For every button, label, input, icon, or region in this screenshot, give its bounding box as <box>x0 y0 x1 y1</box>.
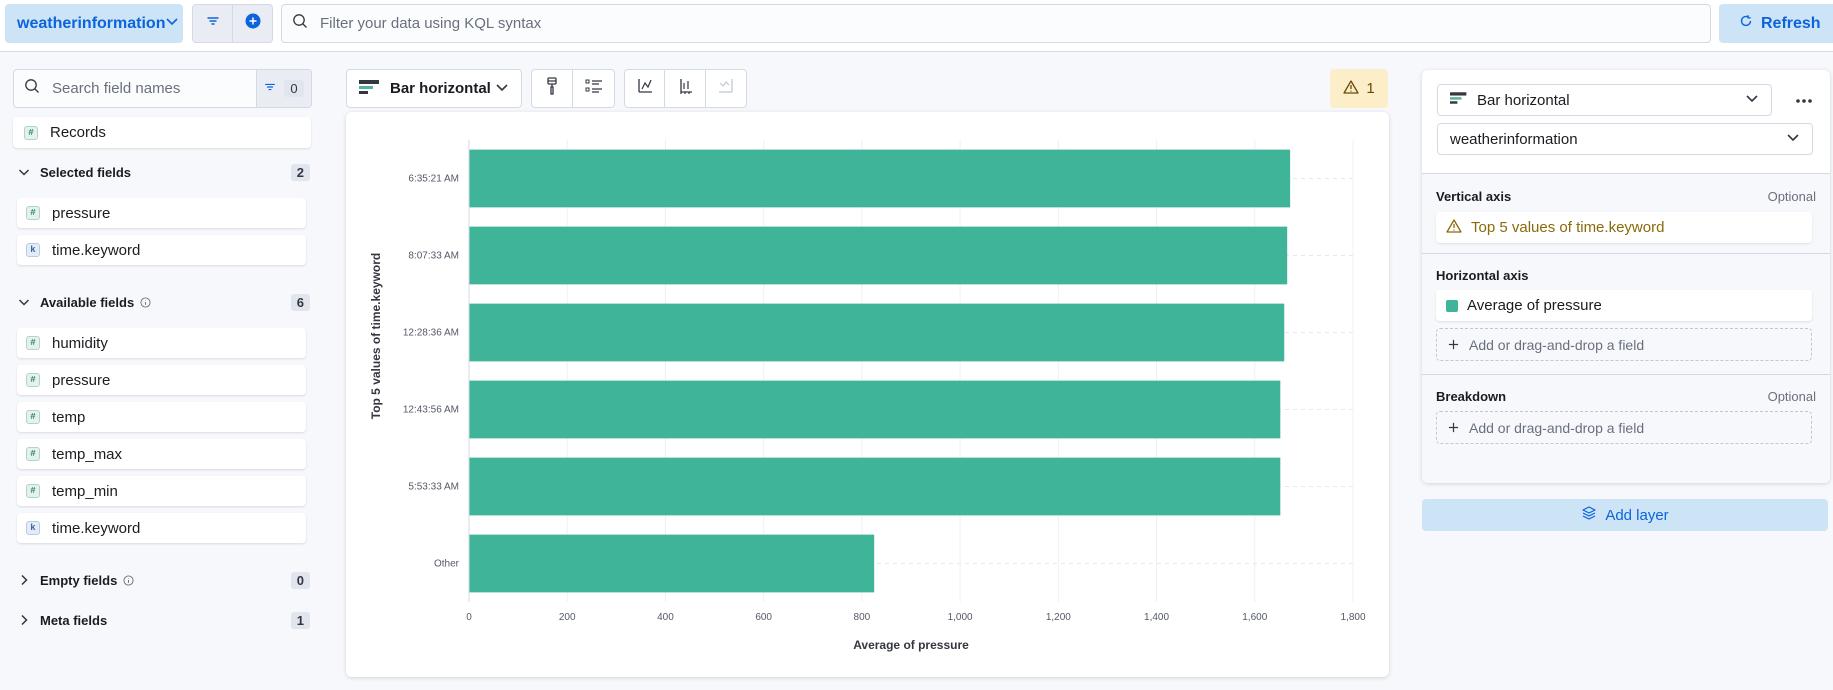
x-tick-label: 1,400 <box>1144 612 1170 623</box>
dimensions-area: Vertical axis Optional Top 5 values of t… <box>1422 173 1830 483</box>
y-tick-label: 12:28:36 AM <box>402 327 459 338</box>
warning-icon <box>1446 218 1462 237</box>
bar[interactable] <box>469 149 1291 208</box>
y-tick-label: 5:53:33 AM <box>408 481 459 492</box>
breakdown-dropzone[interactable]: Add or drag-and-drop a field <box>1436 411 1812 444</box>
breakdown-optional: Optional <box>1767 389 1816 404</box>
y-tick-label: 8:07:33 AM <box>408 250 459 261</box>
breakdown-title: Breakdown <box>1436 389 1507 404</box>
x-tick-label: 1,800 <box>1340 612 1366 623</box>
plus-icon <box>1448 420 1459 436</box>
layer-type-label: Bar horizontal <box>1477 91 1570 109</box>
x-tick-label: 800 <box>853 612 871 623</box>
horizontal-axis-dropzone[interactable]: Add or drag-and-drop a field <box>1436 328 1812 361</box>
config-panel: Bar horizontal weatherinformation Vertic… <box>1422 70 1830 483</box>
dimension-label: Top 5 values of time.keyword <box>1471 219 1665 236</box>
y-axis-title-text: Top 5 values of time.keyword <box>369 252 383 420</box>
x-tick-label: 600 <box>755 612 772 623</box>
layer-actions-button[interactable] <box>1792 86 1816 114</box>
x-tick-label: 400 <box>657 612 674 623</box>
dropzone-label: Add or drag-and-drop a field <box>1469 336 1645 353</box>
bar-horizontal-icon <box>1450 91 1468 109</box>
layer-type-select[interactable]: Bar horizontal <box>1437 84 1772 116</box>
add-layer-label: Add layer <box>1605 506 1669 524</box>
x-tick-label: 1,600 <box>1242 612 1268 623</box>
horizontal-axis-title: Horizontal axis <box>1436 268 1529 283</box>
vertical-axis-title: Vertical axis <box>1436 189 1512 204</box>
chevron-down-icon <box>1786 130 1800 148</box>
vertical-axis-dimension[interactable]: Top 5 values of time.keyword <box>1436 212 1812 243</box>
chevron-down-icon <box>1745 91 1759 109</box>
dimension-label: Average of pressure <box>1467 297 1602 314</box>
y-axis-title: Top 5 values of time.keyword <box>356 212 396 460</box>
dropzone-label: Add or drag-and-drop a field <box>1469 419 1645 436</box>
add-layer-button[interactable]: Add layer <box>1422 499 1828 531</box>
y-tick-label: Other <box>433 558 459 569</box>
x-tick-label: 0 <box>466 612 472 623</box>
x-tick-label: 1,000 <box>947 612 973 623</box>
layers-icon <box>1581 505 1597 525</box>
section-divider <box>1422 253 1830 254</box>
x-tick-label: 1,200 <box>1045 612 1071 623</box>
bar[interactable] <box>469 534 875 593</box>
section-divider <box>1422 374 1830 375</box>
bar[interactable] <box>469 457 1281 516</box>
horizontal-axis-dimension[interactable]: Average of pressure <box>1436 290 1812 321</box>
color-swatch <box>1446 299 1458 312</box>
layer-data-view-label: weatherinformation <box>1450 130 1578 148</box>
bar[interactable] <box>469 226 1288 285</box>
bar[interactable] <box>469 303 1285 362</box>
plus-icon <box>1448 337 1459 353</box>
bar[interactable] <box>469 380 1281 439</box>
x-tick-label: 200 <box>558 612 576 623</box>
y-tick-label: 12:43:56 AM <box>402 404 459 415</box>
vertical-axis-optional: Optional <box>1767 189 1816 204</box>
more-icon <box>1795 91 1813 109</box>
x-axis-title: Average of pressure <box>853 638 969 652</box>
layer-data-view-select[interactable]: weatherinformation <box>1437 123 1813 155</box>
y-tick-label: 6:35:21 AM <box>408 173 459 184</box>
